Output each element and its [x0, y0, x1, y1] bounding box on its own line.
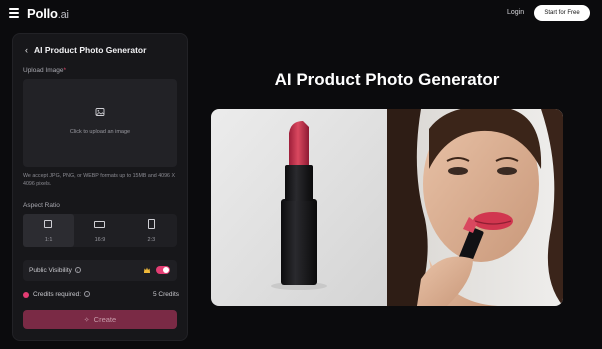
login-link[interactable]: Login — [507, 9, 524, 16]
panel-header[interactable]: ‹ AI Product Photo Generator — [25, 45, 146, 55]
sparkle-icon: ✧ — [83, 316, 90, 324]
image-upload-area[interactable]: Click to upload an image — [23, 79, 177, 167]
create-label: Create — [93, 315, 117, 324]
upload-prompt: Click to upload an image — [69, 129, 131, 135]
ratio-option-1-1[interactable]: 1:1 — [23, 214, 75, 247]
generator-panel: ‹ AI Product Photo Generator Upload Imag… — [12, 33, 188, 341]
credits-label: Credits required: i — [33, 291, 91, 298]
hamburger-menu-icon[interactable] — [9, 8, 19, 18]
credits-required-row: Credits required: i 5 Credits — [23, 291, 179, 301]
ratio-option-16-9[interactable]: 16:9 — [74, 214, 125, 247]
panel-title: AI Product Photo Generator — [34, 45, 147, 55]
public-visibility-toggle[interactable] — [156, 266, 170, 274]
landscape-ratio-icon — [94, 221, 106, 228]
example-result-image — [211, 109, 563, 306]
create-button[interactable]: ✧ Create — [23, 310, 177, 329]
square-ratio-icon — [44, 220, 52, 228]
page-title: AI Product Photo Generator — [274, 70, 500, 89]
brand-suffix: .ai — [57, 9, 69, 21]
portrait-ratio-icon — [147, 219, 155, 229]
crown-icon — [144, 267, 150, 273]
upload-label-text: Upload Image — [23, 67, 64, 74]
ratio-option-2-3[interactable]: 2:3 — [126, 214, 177, 247]
credits-label-text: Credits required: — [33, 291, 82, 298]
brand-name: Pollo — [27, 6, 58, 21]
top-navigation-bar: Pollo.ai Login Start for Free — [0, 0, 602, 28]
visibility-label-text: Public Visibility — [29, 267, 72, 274]
image-upload-icon — [95, 108, 105, 116]
ratio-label: 1:1 — [44, 237, 53, 243]
public-visibility-row: Public Visibility i — [23, 260, 177, 281]
ratio-label: 2:3 — [147, 237, 156, 243]
upload-format-note: We accept JPG, PNG, or WEBP formats up t… — [23, 173, 176, 187]
aspect-ratio-selector: 1:1 16:9 2:3 — [23, 214, 177, 247]
start-for-free-button[interactable]: Start for Free — [534, 5, 590, 21]
info-icon[interactable]: i — [74, 267, 81, 274]
info-icon[interactable]: i — [84, 291, 91, 298]
lipstick-product-illustration — [211, 109, 563, 306]
credit-coin-icon — [23, 292, 29, 298]
upload-image-label: Upload Image* — [23, 67, 66, 74]
visibility-label: Public Visibility i — [29, 267, 81, 274]
required-mark: * — [63, 67, 67, 74]
credits-value: 5 Credits — [152, 291, 179, 298]
brand-logo[interactable]: Pollo.ai — [27, 6, 69, 21]
chevron-left-icon[interactable]: ‹ — [25, 45, 28, 55]
aspect-ratio-label: Aspect Ratio — [23, 202, 60, 209]
ratio-label: 16:9 — [94, 237, 106, 243]
